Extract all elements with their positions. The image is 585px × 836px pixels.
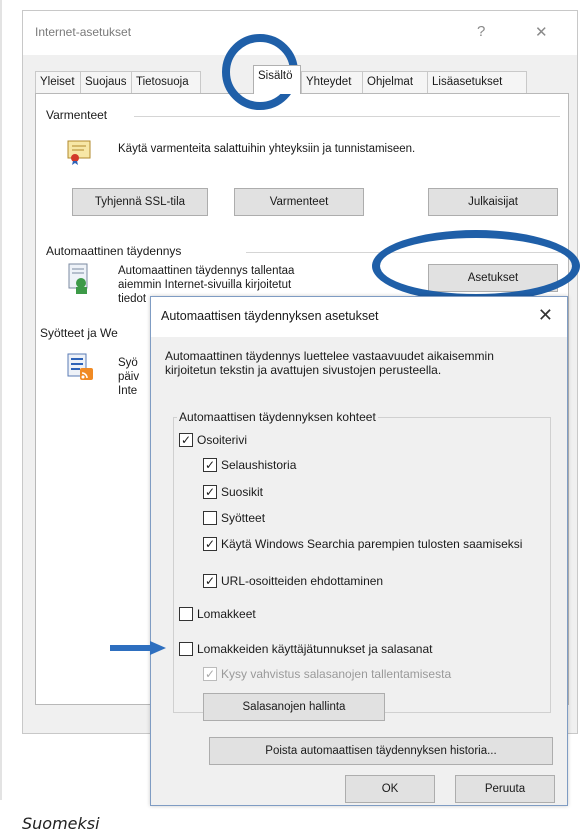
certificates-description: Käytä varmenteita salattuihin yhteyksiin… [118,143,416,155]
ask-confirm-label: Kysy vahvistus salasanojen tallentamises… [221,667,452,681]
autocomplete-settings-dialog: Automaattisen täydennyksen asetukset ✕ A… [150,296,568,806]
usernames-passwords-label: Lomakkeiden käyttäjätunnukset ja salasan… [197,642,433,656]
tab-security[interactable]: Suojaus [80,71,132,93]
checkbox-history[interactable]: ✓ [203,458,217,472]
feeds-icon [66,352,96,382]
dialog-title: Automaattisen täydennyksen asetukset [161,309,379,323]
feeds-heading: Syötteet ja We [40,326,118,340]
clear-ssl-state-button[interactable]: Tyhjennä SSL-tila [72,188,208,216]
certificates-button[interactable]: Varmenteet [234,188,364,216]
pointer-arrow-icon [110,641,166,655]
windows-search-label: Käytä Windows Searchia parempien tuloste… [221,537,523,551]
certificate-icon [66,138,92,166]
checkbox-address-bar[interactable]: ✓ [179,433,193,447]
feeds-description-line-1: Syö [118,357,138,369]
favorites-checkbox[interactable]: ✓ Suosikit [203,485,263,499]
autocomplete-description-line-1: Automaattinen täydennys tallentaa [118,265,295,277]
tab-content[interactable]: Sisältö [253,65,301,94]
history-checkbox[interactable]: ✓ Selaushistoria [203,458,296,472]
url-suggest-label: URL-osoitteiden ehdottaminen [221,574,384,588]
checkbox-feeds[interactable] [203,511,217,525]
tab-advanced[interactable]: Lisäasetukset [427,71,527,93]
window-title: Internet-asetukset [35,25,132,39]
certificates-separator [134,116,560,117]
ok-button[interactable]: OK [345,775,435,803]
address-bar-checkbox[interactable]: ✓ Osoiterivi [179,433,247,447]
checkbox-url-suggest[interactable]: ✓ [203,574,217,588]
autocomplete-icon [66,262,92,296]
address-bar-label: Osoiterivi [197,433,248,447]
forms-checkbox[interactable]: Lomakkeet [179,607,256,621]
history-label: Selaushistoria [221,458,297,472]
tab-privacy[interactable]: Tietosuoja [131,71,201,93]
url-suggest-checkbox[interactable]: ✓ URL-osoitteiden ehdottaminen [203,574,383,588]
favorites-label: Suosikit [221,485,264,499]
publishers-button[interactable]: Julkaisijat [428,188,558,216]
forms-label: Lomakkeet [197,607,256,621]
feeds-description-line-2: päiv [118,371,140,383]
tab-connections[interactable]: Yhteydet [301,71,363,93]
checkbox-favorites[interactable]: ✓ [203,485,217,499]
checkbox-ask-confirm: ✓ [203,667,217,681]
autocomplete-heading: Automaattinen täydennys [46,244,182,258]
dialog-description: Automaattinen täydennys luettelee vastaa… [165,349,494,377]
settings-button-highlight-ring [372,230,580,302]
checkbox-forms[interactable] [179,607,193,621]
cancel-button[interactable]: Peruuta [455,775,555,803]
language-caption: Suomeksi [22,814,100,833]
dialog-close-button[interactable]: ✕ [538,305,553,326]
tab-strip: Yleiset Suojaus Tietosuoja Sisältö Yhtey… [35,65,569,94]
manage-passwords-button[interactable]: Salasanojen hallinta [203,693,385,721]
feeds-checkbox[interactable]: Syötteet [203,511,265,525]
checkbox-usernames-passwords[interactable] [179,642,193,656]
delete-autocomplete-history-button[interactable]: Poista automaattisen täydennyksen histor… [209,737,553,765]
help-button[interactable]: ? [477,23,485,40]
tab-general[interactable]: Yleiset [35,71,81,93]
window-close-button[interactable]: ✕ [535,23,548,41]
ask-confirm-checkbox: ✓ Kysy vahvistus salasanojen tallentamis… [203,667,451,681]
checkbox-windows-search[interactable]: ✓ [203,537,217,551]
feeds-description-line-3: Inte [118,385,138,397]
usernames-passwords-checkbox[interactable]: Lomakkeiden käyttäjätunnukset ja salasan… [179,642,432,656]
dialog-titlebar: Automaattisen täydennyksen asetukset ✕ [151,297,567,337]
windows-search-checkbox[interactable]: ✓ Käytä Windows Searchia parempien tulos… [203,537,523,551]
window-titlebar: Internet-asetukset ? ✕ [23,11,577,55]
autocomplete-description-line-2: aiemmin Internet-sivuilla kirjoitetut [118,279,292,291]
certificates-heading: Varmenteet [46,108,108,122]
tab-programs[interactable]: Ohjelmat [362,71,428,93]
group-title: Automaattisen täydennyksen kohteet [177,410,378,424]
feeds-label: Syötteet [221,511,266,525]
page-left-rule [0,0,2,800]
